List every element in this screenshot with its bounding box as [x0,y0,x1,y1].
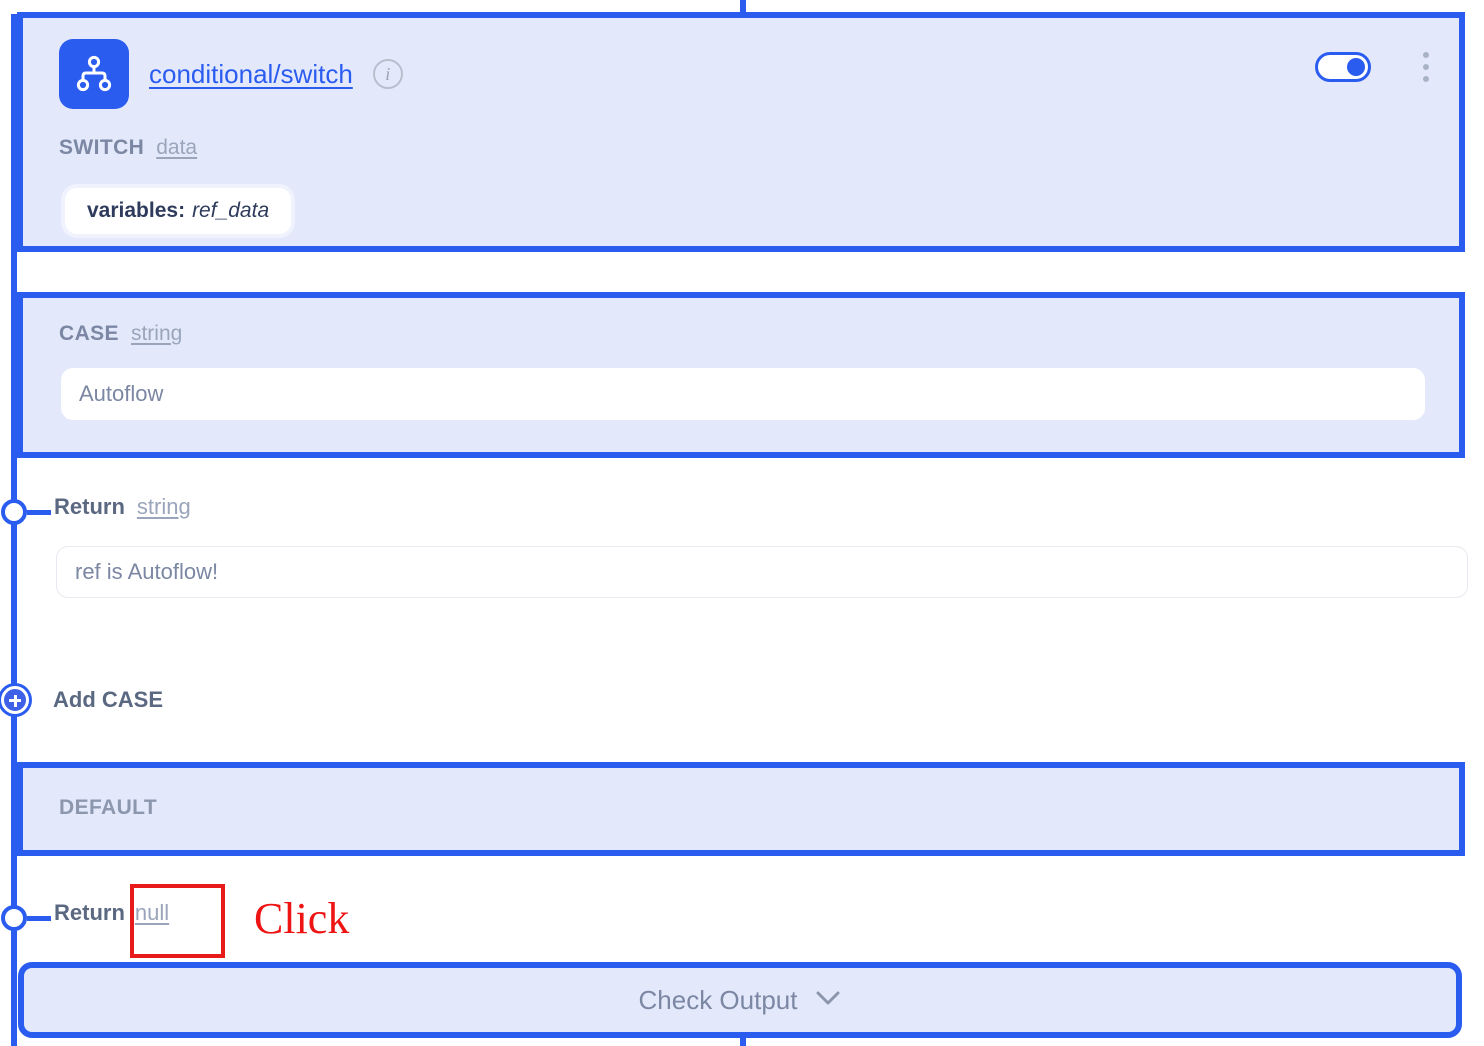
case-return-keyword: Return [54,494,125,519]
case-type-link[interactable]: string [131,322,182,346]
kebab-dot [1423,64,1429,70]
node-header-actions [1315,52,1429,82]
kebab-dot [1423,76,1429,82]
add-case-label: Add CASE [53,687,163,712]
toggle-switch-icon[interactable] [1315,52,1371,82]
case-return-type-link[interactable]: string [137,494,191,520]
case-return-label-row: Return string [54,494,191,520]
default-return-type-link[interactable]: null [135,900,169,926]
node-header-row: conditional/switch i [59,39,403,109]
info-circle-icon[interactable]: i [372,59,403,89]
case-return-connector-stub [27,510,51,515]
default-return-connector-dot[interactable] [1,905,27,931]
chevron-down-icon [815,990,841,1011]
toggle-knob [1347,58,1365,76]
switch-type-link[interactable]: data [156,136,197,160]
case-return-value-input[interactable] [56,546,1468,598]
plus-circle-icon [1,686,29,714]
default-return-connector-stub [27,916,51,921]
default-return-keyword: Return [54,900,125,925]
variable-value-label: ref_data [192,199,270,222]
case-panel: CASE string [17,292,1465,458]
kebab-menu-icon[interactable] [1423,52,1429,82]
check-output-label: Check Output [638,984,798,1015]
switch-variable-pill[interactable]: variables: ref_data [65,188,292,234]
switch-header-panel: conditional/switch i SWITCH data variabl… [17,12,1465,252]
click-annotation-label: Click [254,894,350,943]
default-return-label-row: Return null [54,900,169,926]
add-case-button[interactable]: Add CASE [0,686,163,714]
case-value-input[interactable] [61,368,1425,420]
case-label-row: CASE string [59,322,182,346]
variable-key-label: variables: [87,199,186,222]
check-output-button[interactable]: Check Output [18,962,1462,1038]
node-title-link[interactable]: conditional/switch [149,59,353,90]
default-keyword: DEFAULT [59,796,158,819]
workflow-node-canvas: conditional/switch i SWITCH data variabl… [0,0,1484,1046]
case-keyword: CASE [59,322,119,345]
switch-keyword: SWITCH [59,136,145,159]
default-panel: DEFAULT [17,762,1465,856]
hierarchy-switch-icon [59,39,129,109]
kebab-dot [1423,52,1429,58]
switch-label-row: SWITCH data [59,136,197,160]
case-return-connector-dot[interactable] [1,499,27,525]
